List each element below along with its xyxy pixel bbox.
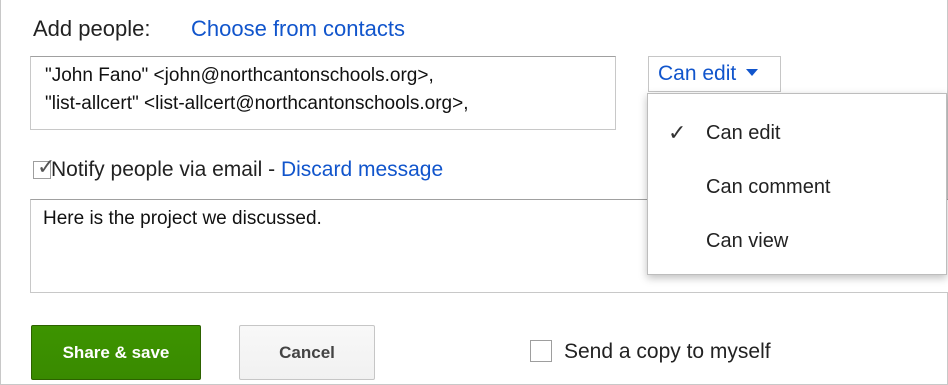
- menu-item-label: Can edit: [706, 122, 781, 144]
- send-copy-label: Send a copy to myself: [564, 340, 771, 363]
- send-copy-row: Send a copy to myself: [530, 340, 771, 364]
- menu-item-label: Can comment: [706, 176, 831, 198]
- menu-item-can-view[interactable]: Can view: [648, 219, 946, 263]
- add-people-label: Add people:: [33, 16, 151, 41]
- permission-dropdown-button[interactable]: Can edit: [648, 56, 781, 92]
- notify-label: Notify people via email -: [51, 158, 281, 181]
- share-dialog: Add people: Choose from contacts "John F…: [0, 0, 948, 385]
- send-copy-checkbox[interactable]: [530, 340, 552, 362]
- chevron-down-icon: [746, 68, 759, 76]
- permission-selected-label: Can edit: [658, 62, 737, 85]
- cancel-button[interactable]: Cancel: [239, 325, 375, 380]
- notify-checkbox[interactable]: ✓: [33, 156, 55, 179]
- share-and-save-button[interactable]: Share & save: [31, 325, 201, 380]
- recipient-entry: "John Fano" <john@northcantonschools.org…: [45, 65, 434, 86]
- message-text: Here is the project we discussed.: [43, 208, 322, 229]
- choose-from-contacts-link[interactable]: Choose from contacts: [191, 16, 405, 42]
- menu-item-can-comment[interactable]: Can comment: [648, 165, 946, 209]
- recipients-field[interactable]: "John Fano" <john@northcantonschools.org…: [30, 56, 616, 130]
- check-icon: ✓: [37, 154, 56, 179]
- check-icon: ✓: [668, 120, 687, 145]
- menu-item-label: Can view: [706, 230, 789, 252]
- permission-dropdown-menu: ✓ Can edit Can comment Can view: [647, 93, 947, 275]
- discard-message-link[interactable]: Discard message: [281, 158, 443, 181]
- recipient-entry: "list-allcert" <list-allcert@northcanton…: [45, 93, 469, 114]
- menu-item-can-edit[interactable]: ✓ Can edit: [648, 111, 946, 155]
- notify-row: ✓ Notify people via email - Discard messa…: [33, 156, 443, 182]
